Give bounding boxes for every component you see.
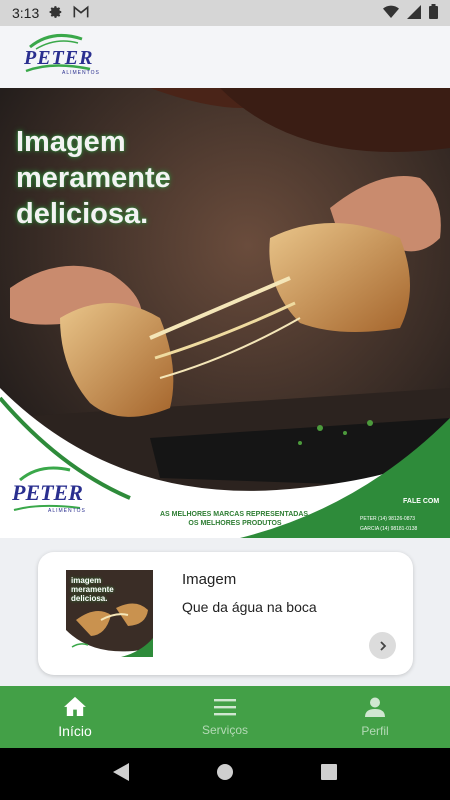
nav-label: Perfil [361, 723, 389, 738]
card-thumb-line: deliciosa. [71, 594, 108, 603]
banner-headline: Imagem meramente deliciosa. [16, 124, 171, 232]
card-title: Imagem [182, 571, 237, 588]
brand-logo[interactable]: PETER ALIMENTOS [22, 31, 100, 83]
banner-tagline: AS MELHORES MARCAS REPRESENTADAS, OS MEL… [140, 510, 330, 528]
logo-text: PETER [24, 47, 94, 69]
nav-label: Serviços [201, 722, 248, 737]
banner-tagline-line: AS MELHORES MARCAS REPRESENTADAS, [160, 511, 310, 518]
banner-contact-title: FALE COM [403, 498, 440, 505]
status-time: 3:13 [12, 5, 40, 21]
nav-label: Início [58, 722, 92, 739]
status-bar: 3:13 [0, 0, 450, 26]
banner-headline-line: deliciosa. [16, 198, 149, 230]
card-thumb-line: meramente [71, 585, 114, 594]
nav-item-inicio[interactable]: Início [0, 686, 150, 748]
banner-contacts: PETER (14) 98126-0873 GARCIA (14) 98181-… [360, 514, 417, 534]
banner-logo-text: PETER [12, 480, 83, 505]
banner-contact-line: PETER (14) 98126-0873 [360, 516, 416, 522]
recents-icon[interactable] [320, 763, 337, 785]
card-thumb-line: imagem [71, 576, 102, 585]
battery-icon [429, 4, 438, 22]
nav-item-perfil[interactable]: Perfil [300, 686, 450, 748]
card-subtitle: Que da água na boca [182, 599, 317, 615]
bottom-navigation: Início Serviços Perfil [0, 686, 450, 748]
nav-item-servicos[interactable]: Serviços [150, 686, 300, 748]
cellular-signal-icon [407, 4, 421, 22]
banner-logo-subtext: ALIMENTOS [48, 508, 86, 514]
menu-icon [214, 698, 236, 721]
banner-headline-line: Imagem [16, 126, 126, 158]
chevron-right-icon[interactable] [369, 632, 396, 659]
banner-contact-line: GARCIA (14) 98181-0138 [360, 526, 418, 532]
home-circle-icon[interactable] [216, 763, 234, 786]
card-thumbnail: imagem meramente deliciosa. [66, 570, 153, 657]
gmail-icon [73, 5, 89, 22]
person-icon [365, 697, 385, 722]
system-navigation-bar [0, 748, 450, 800]
card-thumb-headline: imagem meramente deliciosa. [71, 576, 114, 603]
app-screen: 3:13 PETER ALIMENTOS Imagem meramente de… [0, 0, 450, 800]
banner-headline-line: meramente [16, 162, 171, 194]
wifi-icon [383, 5, 399, 22]
gear-icon [49, 5, 63, 22]
back-icon[interactable] [113, 762, 130, 786]
promo-banner[interactable]: Imagem meramente deliciosa. PETER ALIMEN… [0, 88, 450, 538]
home-icon [64, 696, 86, 721]
product-card[interactable]: imagem meramente deliciosa. Imagem Que d… [38, 552, 413, 675]
app-header: PETER ALIMENTOS [0, 26, 450, 88]
logo-subtext: ALIMENTOS [62, 70, 100, 76]
banner-tagline-line: OS MELHORES PRODUTOS [188, 520, 282, 527]
